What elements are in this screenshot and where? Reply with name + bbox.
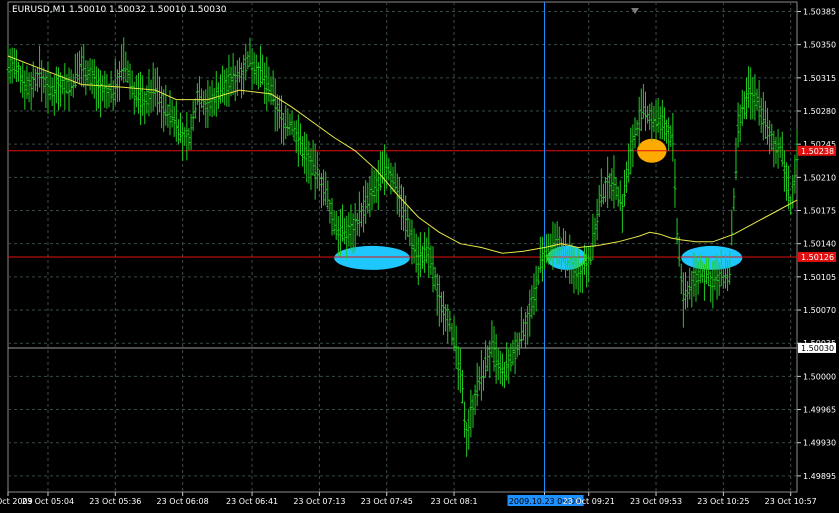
chart-shift-marker-icon bbox=[630, 0, 640, 14]
plot-frame bbox=[7, 1, 798, 493]
time-tick-label: 23 Oct 07:13 bbox=[293, 497, 345, 506]
time-tick-label: 23 Oct 07:45 bbox=[361, 497, 413, 506]
time-tick-label: 23 Oct 06:08 bbox=[157, 497, 209, 506]
moving-average-line bbox=[7, 55, 798, 254]
price-tick-label: 1.50210 bbox=[803, 173, 836, 182]
time-tick-label: 23 Oct 05:04 bbox=[22, 497, 74, 506]
time-tick-label: 23 Oct 06:41 bbox=[226, 497, 278, 506]
time-tick-label: 23 Oct 05:36 bbox=[89, 497, 141, 506]
time-tick-label: 23 Oct 10:25 bbox=[697, 497, 749, 506]
price-tick-label: 1.50350 bbox=[803, 41, 836, 50]
price-tick-label: 1.49895 bbox=[803, 472, 836, 481]
price-bars bbox=[6, 37, 799, 457]
price-chart[interactable]: 1.503851.503501.503151.502801.502451.502… bbox=[0, 0, 839, 513]
price-tick-label: 1.49965 bbox=[803, 406, 836, 415]
price-tick-label: 1.50105 bbox=[803, 273, 836, 282]
price-tick-label: 1.50315 bbox=[803, 74, 836, 83]
price-tick-label: 1.50280 bbox=[803, 107, 836, 116]
time-tick-label: 23 Oct 09:53 bbox=[630, 497, 682, 506]
horizontal-level-label: 1.50238 bbox=[801, 147, 834, 156]
price-tick-label: 1.50385 bbox=[803, 7, 836, 16]
highlight-ellipse-blue bbox=[681, 245, 743, 270]
price-tick-label: 1.50175 bbox=[803, 207, 836, 216]
time-tick-label: 23 Oct 08:1 bbox=[431, 497, 478, 506]
time-tick-label: 23 Oct 10:57 bbox=[765, 497, 817, 506]
chart-window[interactable]: 1.50385 1.50350 1.50315 1.50280 1.50245 1.502… bbox=[0, 0, 839, 513]
price-tick-label: 1.50070 bbox=[803, 306, 836, 315]
price-tick-label: 1.50140 bbox=[803, 240, 836, 249]
price-tick-label: 1.50000 bbox=[803, 372, 836, 381]
time-tick-label: 23 Oct 09:21 bbox=[563, 497, 615, 506]
highlight-ellipse-blue bbox=[334, 245, 410, 270]
header-symbol-line: EURUSD,M1 1.50010 1.50032 1.50010 1.5003… bbox=[12, 5, 227, 15]
horizontal-level-label: 1.50126 bbox=[801, 253, 834, 262]
price-tick-label: 1.49930 bbox=[803, 439, 836, 448]
current-price-label: 1.50030 bbox=[801, 344, 834, 353]
